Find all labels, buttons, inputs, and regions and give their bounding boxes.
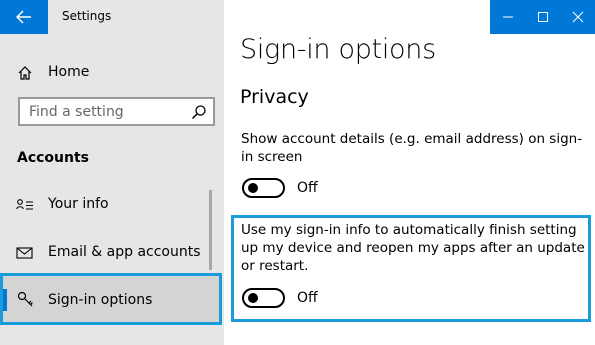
- toggle-state-label: Off: [297, 290, 318, 306]
- section-title-privacy: Privacy: [240, 86, 309, 108]
- sidebar-item-label: Home: [48, 64, 90, 80]
- home-icon: [18, 66, 32, 80]
- arrow-left-icon: [16, 10, 31, 24]
- search-placeholder: Find a setting: [29, 104, 124, 120]
- maximize-button[interactable]: [525, 0, 560, 34]
- toggle-knob: [248, 293, 258, 303]
- sidebar-item-email-app-accounts[interactable]: Email & app accounts: [0, 232, 222, 274]
- person-card-icon: [16, 199, 33, 210]
- window-controls: [490, 0, 595, 34]
- sidebar-item-label: Email & app accounts: [48, 244, 201, 260]
- sidebar-item-sign-in-options[interactable]: Sign-in options: [0, 273, 222, 325]
- toggle-state-label: Off: [297, 180, 318, 196]
- setting-show-account-details-label: Show account details (e.g. email address…: [241, 131, 583, 165]
- search-input[interactable]: Find a setting: [18, 97, 215, 126]
- mail-icon: [16, 247, 33, 259]
- show-account-details-toggle[interactable]: [242, 178, 285, 198]
- selected-indicator: [3, 289, 7, 311]
- page-title: Sign-in options: [240, 34, 436, 65]
- minimize-button[interactable]: [490, 0, 525, 34]
- back-button[interactable]: [0, 0, 48, 34]
- sidebar-item-your-info[interactable]: Your info: [0, 184, 222, 226]
- app-title: Settings: [62, 9, 112, 23]
- section-title-accounts: Accounts: [17, 150, 90, 166]
- close-icon: [572, 11, 583, 23]
- use-sign-in-info-toggle[interactable]: [242, 288, 285, 308]
- sidebar-item-label: Sign-in options: [48, 292, 153, 308]
- setting-use-sign-in-info-label: Use my sign-in info to automatically fin…: [241, 222, 585, 274]
- sidebar-item-label: Your info: [48, 196, 109, 212]
- search-icon: [191, 105, 206, 120]
- maximize-icon: [537, 12, 548, 22]
- close-button[interactable]: [560, 0, 595, 34]
- sidebar-item-home[interactable]: Home: [0, 58, 224, 88]
- minimize-icon: [502, 16, 513, 18]
- key-icon: [17, 291, 33, 307]
- toggle-knob: [248, 183, 258, 193]
